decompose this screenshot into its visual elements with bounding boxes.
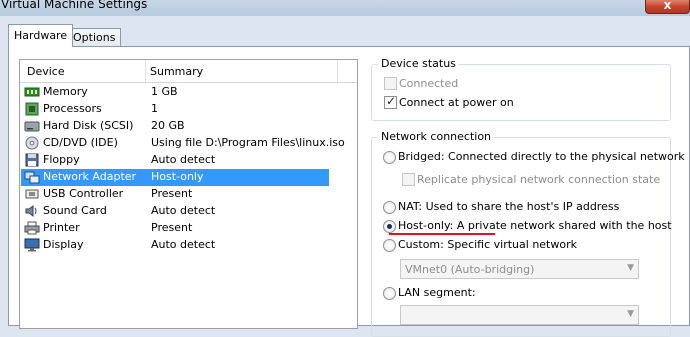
tab-options-label: Options [73, 31, 116, 44]
lan-segment-select[interactable]: ▼ [400, 305, 639, 325]
device-status-group: Device status [371, 57, 671, 121]
device-summary: Present [151, 187, 193, 200]
tab-options[interactable]: Options [67, 28, 122, 46]
custom-radio[interactable] [383, 239, 396, 252]
device-summary: Using file D:\Program Files\linux.iso [151, 136, 345, 149]
close-icon: x [663, 0, 672, 12]
device-name: Floppy [43, 153, 80, 166]
sound-card-icon [25, 205, 37, 217]
device-summary: Auto detect [151, 204, 216, 217]
device-name: USB Controller [43, 187, 124, 200]
chevron-down-icon: ▼ [627, 263, 634, 273]
device-list[interactable]: Device Summary Memory 1 GB Processors 1 … [19, 59, 358, 329]
processor-icon [25, 102, 39, 116]
device-summary: 1 GB [151, 85, 178, 98]
close-button[interactable]: x [645, 0, 690, 14]
device-row-network-adapter[interactable]: Network Adapter Host-only [21, 169, 329, 186]
radio-selected-dot [387, 224, 392, 229]
device-name: Display [43, 238, 84, 251]
hard-disk-icon [24, 121, 40, 132]
bridged-label: Bridged: Connected directly to the physi… [398, 150, 685, 163]
lan-segment-radio[interactable] [383, 287, 396, 300]
connect-at-power-on-label: Connect at power on [399, 96, 514, 109]
tab-hardware[interactable]: Hardware [8, 24, 74, 47]
device-name: CD/DVD (IDE) [43, 136, 118, 149]
device-row-usb-controller[interactable]: USB Controller Present [21, 186, 329, 203]
device-name: Hard Disk (SCSI) [43, 119, 134, 132]
device-summary: Auto detect [151, 238, 216, 251]
column-header-summary[interactable]: Summary [150, 65, 203, 78]
network-connection-title: Network connection [378, 130, 495, 143]
device-name: Memory [43, 85, 88, 98]
device-row-floppy[interactable]: Floppy Auto detect [21, 152, 329, 169]
network-adapter-icon [24, 171, 40, 184]
device-row-processors[interactable]: Processors 1 [21, 101, 329, 118]
device-row-printer[interactable]: Printer Present [21, 220, 329, 237]
display-icon [24, 238, 40, 252]
host-only-radio[interactable] [383, 220, 396, 233]
replicate-checkbox[interactable] [402, 173, 415, 186]
annotation-underline [389, 233, 495, 235]
usb-icon [25, 189, 39, 199]
connect-at-power-on-checkbox[interactable]: ✓ [384, 94, 397, 109]
device-row-sound-card[interactable]: Sound Card Auto detect [21, 203, 329, 220]
floppy-icon [25, 153, 39, 167]
device-name: Network Adapter [43, 170, 137, 183]
lan-segment-label: LAN segment: [398, 286, 476, 299]
device-summary: Present [151, 221, 193, 234]
device-summary: 1 [151, 102, 158, 115]
connected-checkbox[interactable] [384, 77, 397, 90]
device-list-header: Device Summary [20, 60, 357, 83]
nat-label: NAT: Used to share the host's IP address [398, 200, 620, 213]
device-summary: Host-only [151, 170, 204, 183]
connected-label: Connected [399, 77, 459, 90]
cd-dvd-icon [25, 136, 39, 150]
device-name: Sound Card [43, 204, 107, 217]
host-only-label: Host-only: A private network shared with… [398, 219, 672, 232]
tab-hardware-label: Hardware [14, 29, 68, 42]
device-summary: 20 GB [151, 119, 185, 132]
memory-icon [24, 87, 40, 97]
device-name: Processors [43, 102, 102, 115]
checkmark-icon: ✓ [386, 94, 397, 108]
bridged-radio[interactable] [383, 151, 396, 164]
column-divider[interactable] [337, 60, 338, 82]
chevron-down-icon: ▼ [627, 309, 634, 319]
nat-radio[interactable] [383, 201, 396, 214]
column-header-device[interactable]: Device [27, 65, 65, 78]
device-status-title: Device status [378, 57, 459, 70]
printer-icon [24, 221, 40, 235]
custom-label: Custom: Specific virtual network [398, 238, 577, 251]
custom-network-select[interactable]: VMnet0 (Auto-bridging) ▼ [400, 259, 639, 279]
window-titlebar: Virtual Machine Settings x [0, 0, 690, 16]
device-row-cd-dvd[interactable]: CD/DVD (IDE) Using file D:\Program Files… [21, 135, 345, 152]
device-summary: Auto detect [151, 153, 216, 166]
custom-network-value: VMnet0 (Auto-bridging) [405, 263, 535, 276]
window-title: Virtual Machine Settings [1, 0, 148, 11]
column-divider[interactable] [145, 60, 146, 82]
device-row-hard-disk[interactable]: Hard Disk (SCSI) 20 GB [21, 118, 329, 135]
device-name: Printer [43, 221, 80, 234]
device-row-memory[interactable]: Memory 1 GB [21, 84, 329, 101]
device-row-display[interactable]: Display Auto detect [21, 237, 329, 254]
replicate-label: Replicate physical network connection st… [417, 173, 661, 186]
